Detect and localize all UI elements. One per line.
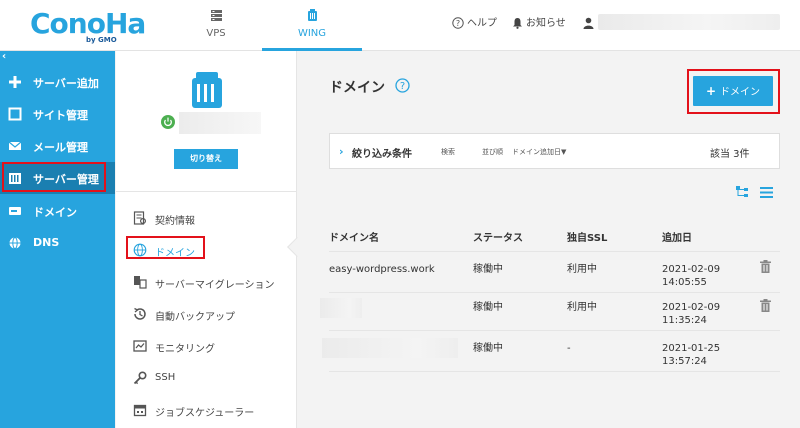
menu-item-backup[interactable]: 自動バックアップ [116, 298, 297, 330]
monitor-icon [133, 340, 147, 352]
help-label: ヘルプ [467, 18, 497, 29]
contract-icon [133, 211, 147, 225]
domain-icon [9, 207, 21, 215]
sidebar-item-server-add[interactable]: サーバー追加 [0, 66, 115, 98]
column-header-date: 追加日 [662, 233, 692, 244]
menu-item-label: SSH [155, 372, 176, 383]
highlight-domain-menu [126, 236, 205, 259]
filter-label: 絞り込み条件 [352, 149, 412, 160]
date-cell: 2021-01-25 [662, 343, 721, 354]
tab-vps[interactable]: VPS [166, 0, 266, 51]
status-cell: 稼働中 [473, 264, 503, 275]
wing-server-icon [308, 9, 317, 21]
filter-bar[interactable]: › 絞り込み条件 検索 並び順 ドメイン追加日▼ 該当 3件 [329, 133, 780, 169]
server-large-icon [192, 72, 222, 108]
backup-icon [134, 307, 146, 320]
sidebar-item-label: DNS [33, 236, 60, 249]
time-cell: 13:57:24 [662, 356, 707, 367]
ssl-cell: - [567, 343, 571, 354]
notice-link[interactable]: お知らせ [512, 15, 566, 33]
server-rack-icon [211, 10, 222, 21]
column-header-status: ステータス [473, 233, 523, 244]
svg-text:?: ? [400, 81, 405, 92]
globe-icon [9, 237, 21, 249]
list-view-icon[interactable] [760, 186, 773, 199]
sidebar-item-label: メール管理 [33, 141, 88, 154]
domain-cell-redacted[interactable] [322, 338, 458, 358]
time-cell: 14:05:55 [662, 277, 707, 288]
power-status-icon [161, 115, 175, 129]
menu-item-monitoring[interactable]: モニタリング [116, 330, 297, 362]
menu-item-label: 契約情報 [155, 216, 195, 227]
sidebar-collapse-toggle[interactable]: ‹ [2, 52, 113, 64]
ssl-cell: 利用中 [567, 264, 597, 275]
top-header: ConoHa by GMO VPS WING ? ヘルプ お知らせ [0, 0, 800, 51]
server-name-redacted [179, 112, 261, 134]
status-cell: 稼働中 [473, 343, 503, 354]
column-header-domain: ドメイン名 [329, 233, 379, 244]
sidebar-item-label: サーバー追加 [33, 77, 99, 90]
help-link[interactable]: ? ヘルプ [452, 15, 497, 33]
menu-item-contract[interactable]: 契約情報 [116, 202, 297, 234]
conoha-logo[interactable]: ConoHa by GMO [30, 7, 146, 45]
domain-cell-redacted[interactable] [320, 298, 362, 318]
sort-select[interactable]: ドメイン追加日▼ [512, 147, 566, 157]
menu-item-label: ジョブスケジューラー [155, 408, 255, 419]
site-icon [8, 107, 22, 121]
server-summary: 切り替え [116, 51, 297, 192]
sidebar-item-mail[interactable]: メール管理 [0, 130, 115, 162]
table-divider [329, 292, 780, 293]
logo-text: ConoHa [30, 7, 146, 40]
mail-icon [8, 141, 22, 150]
table-divider [329, 251, 780, 252]
help-circle-icon[interactable]: ? [395, 78, 410, 93]
svg-text:?: ? [456, 19, 460, 28]
time-cell: 11:35:24 [662, 315, 707, 326]
tab-wing[interactable]: WING [262, 0, 362, 51]
key-icon [133, 371, 147, 385]
ssl-cell: 利用中 [567, 302, 597, 313]
sidebar-item-label: ドメイン [33, 206, 77, 219]
notice-label: お知らせ [526, 18, 566, 29]
tab-wing-label: WING [297, 28, 327, 39]
highlight-add-domain [687, 69, 780, 114]
menu-item-migration[interactable]: サーバーマイグレーション [116, 266, 297, 298]
main-sidebar: ‹ サーバー追加 サイト管理 メール管理 サーバー管理 ドメイン DNS [0, 51, 115, 428]
plus-icon [9, 76, 21, 88]
sidebar-item-dns[interactable]: DNS [0, 227, 115, 259]
menu-item-ssh[interactable]: SSH [116, 362, 297, 394]
domain-cell[interactable]: easy-wordpress.work [329, 263, 435, 277]
tree-view-icon[interactable] [736, 186, 749, 199]
logo-sub: by GMO [86, 36, 117, 44]
menu-item-label: 自動バックアップ [155, 312, 235, 323]
table-divider [329, 330, 780, 331]
page-title: ドメイン [329, 80, 385, 96]
highlight-server-management [2, 162, 106, 192]
trash-icon[interactable] [760, 299, 771, 312]
menu-item-job-scheduler[interactable]: ジョブスケジューラー [116, 394, 297, 426]
switch-server-button[interactable]: 切り替え [174, 149, 238, 169]
chevron-right-icon[interactable]: › [339, 145, 344, 158]
table-divider [329, 371, 780, 372]
migration-icon [134, 276, 147, 289]
menu-item-label: モニタリング [155, 344, 215, 355]
sidebar-item-site[interactable]: サイト管理 [0, 98, 115, 130]
sidebar-item-label: サイト管理 [33, 109, 88, 122]
bell-icon [513, 18, 522, 29]
menu-item-label: サーバーマイグレーション [155, 280, 275, 291]
account-name-redacted[interactable] [598, 14, 780, 30]
result-count: 該当 3件 [710, 149, 750, 160]
question-circle-icon: ? [452, 17, 464, 29]
date-cell: 2021-02-09 [662, 264, 721, 275]
user-icon[interactable] [583, 17, 594, 29]
calendar-icon [133, 404, 147, 417]
column-header-ssl: 独自SSL [567, 233, 608, 244]
date-cell: 2021-02-09 [662, 302, 721, 313]
sort-label: 並び順 [482, 148, 503, 156]
sidebar-item-domain[interactable]: ドメイン [0, 195, 115, 227]
trash-icon[interactable] [760, 260, 771, 273]
status-cell: 稼働中 [473, 302, 503, 313]
tab-vps-label: VPS [206, 28, 226, 39]
filter-search-label[interactable]: 検索 [441, 147, 455, 157]
